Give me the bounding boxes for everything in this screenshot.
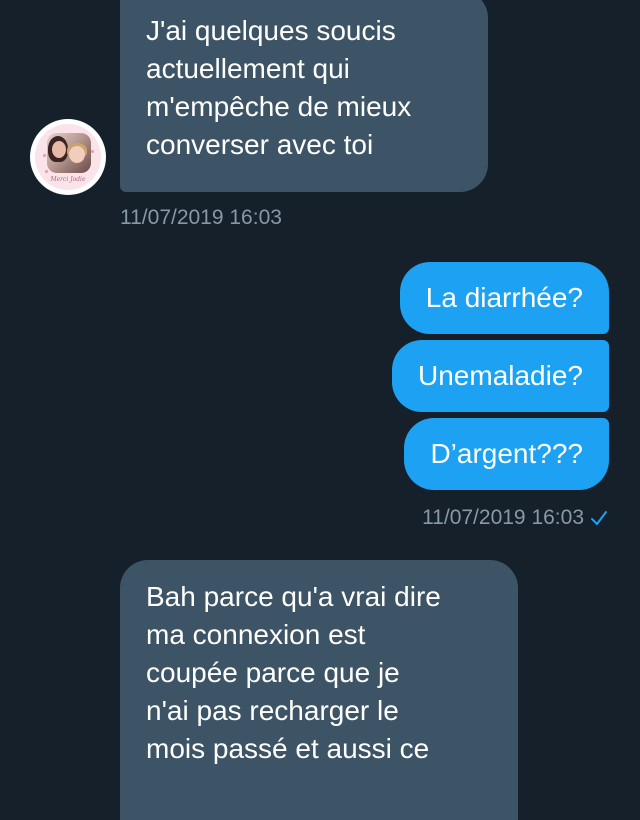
sent-message-bubble[interactable]: La diarrhée? bbox=[399, 262, 609, 334]
avatar-caption: Merci Jodie bbox=[50, 176, 86, 183]
avatar-face bbox=[52, 141, 66, 158]
avatar-face bbox=[69, 146, 85, 163]
avatar-decoration bbox=[43, 154, 46, 157]
avatar-decoration bbox=[45, 170, 48, 173]
sent-message-bubble[interactable]: Unemaladie? bbox=[392, 340, 609, 412]
received-message-bubble[interactable]: Bah parce qu'a vrai dire ma connexion es… bbox=[120, 560, 518, 820]
received-message-bubble[interactable]: J'ai quelques soucis actuellement qui m'… bbox=[120, 0, 488, 192]
avatar-image: Merci Jodie bbox=[35, 124, 101, 190]
avatar-decoration bbox=[91, 150, 94, 153]
sent-message-bubble[interactable]: D’argent??? bbox=[404, 418, 609, 490]
sender-avatar[interactable]: Merci Jodie bbox=[30, 119, 106, 195]
sent-timestamp-row: 11/07/2019 16:03 bbox=[422, 505, 608, 531]
sent-timestamp: 11/07/2019 16:03 bbox=[422, 506, 584, 529]
received-timestamp: 11/07/2019 16:03 bbox=[120, 206, 282, 229]
checkmark-icon bbox=[591, 511, 607, 525]
